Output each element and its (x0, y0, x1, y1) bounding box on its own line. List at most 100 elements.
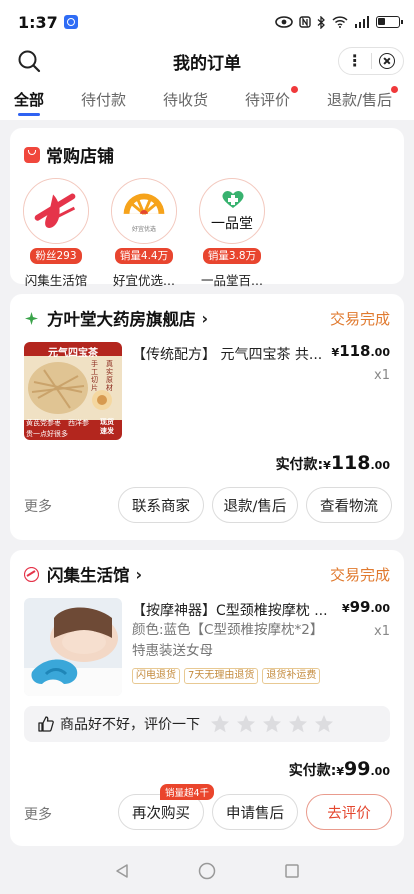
bluetooth-icon (317, 15, 325, 29)
more-button[interactable]: 更多 (24, 804, 52, 824)
tab-label: 待收货 (163, 90, 209, 109)
shop-name-link[interactable]: 闪集生活馆 (47, 562, 130, 586)
frequent-shops-title: 常购店铺 (46, 147, 114, 167)
order-tabs: 全部 待付款 待收货 待评价 退款/售后 (0, 78, 414, 120)
price-decimal: .00 (370, 346, 391, 359)
page-header: 我的订单 ⋮ (0, 44, 414, 78)
shanji-logo-icon (24, 566, 39, 582)
order-card: 方叶堂大药房旗舰店 › 交易完成 元气四宝茶 手工切片 真实原材 黄芪党参枣 西… (10, 294, 404, 540)
more-button[interactable]: 更多 (24, 496, 52, 516)
view-logistics-button[interactable]: 查看物流 (306, 487, 392, 523)
order-shop-header: 方叶堂大药房旗舰店 › 交易完成 (24, 306, 390, 330)
search-icon[interactable] (16, 48, 42, 74)
haoyi-logo-icon (112, 179, 176, 243)
shop-logo-haoyi: 好宜优选 (111, 178, 177, 244)
cross-heart-icon (222, 191, 244, 208)
thumb-bottom-text: 现货速发 (100, 418, 114, 435)
currency-symbol: ¥ (323, 459, 331, 472)
rating-prompt-text: 商品好不好，评价一下 (60, 717, 200, 733)
frequent-shop-item[interactable]: 粉丝293 闪集生活馆 (16, 178, 96, 289)
frequent-shops-card: 常购店铺 粉丝293 闪集生活馆 好宜优选 销量4.4万 好宜优选... 一品堂… (10, 128, 404, 288)
service-tag: 退货补运费 (262, 668, 321, 684)
nfc-icon (299, 16, 311, 28)
status-time: 1:37 (18, 12, 58, 32)
price-integer: 118 (339, 342, 371, 360)
shop-name: 闪集生活馆 (24, 273, 88, 288)
more-dots-icon: ⋮ (346, 51, 363, 70)
product-image[interactable] (24, 598, 122, 696)
paid-label: 实付款: (275, 457, 324, 473)
order-shop-header: 闪集生活馆 › 交易完成 (24, 562, 390, 586)
frequent-shop-item[interactable]: 一品堂 销量3.8万 一品堂百... (192, 178, 272, 289)
sales-badge: 销量超4千 (160, 784, 215, 800)
shop-name: 一品堂百... (201, 273, 263, 288)
paid-decimal: .00 (370, 765, 391, 778)
refund-button[interactable]: 退款/售后 (212, 487, 298, 523)
tab-label: 全部 (14, 90, 45, 109)
thumbs-up-icon (38, 716, 54, 732)
tab-pending-receipt[interactable]: 待收货 (163, 78, 208, 120)
pharmacy-logo-icon (25, 311, 38, 325)
thumb-bottom-text: 贵一点好很多 (26, 430, 68, 438)
home-circle-icon[interactable] (198, 862, 216, 880)
tab-pending-payment[interactable]: 待付款 (81, 78, 126, 120)
tab-all[interactable]: 全部 (14, 78, 44, 120)
product-price: ¥118.00 (332, 342, 390, 360)
back-triangle-icon[interactable] (114, 863, 130, 879)
price-integer: 99 (349, 598, 371, 616)
signal-icon (355, 16, 369, 28)
page-title: 我的订单 (173, 53, 241, 74)
shop-name-link[interactable]: 方叶堂大药房旗舰店 (47, 306, 196, 330)
service-tag: 闪电退货 (132, 668, 180, 684)
tab-label: 退款/售后 (327, 90, 393, 109)
star-icon[interactable] (210, 714, 230, 734)
request-after-sales-button[interactable]: 申请售后 (212, 794, 298, 830)
shop-logo-shanji (23, 178, 89, 244)
recents-square-icon[interactable] (284, 863, 300, 879)
currency-symbol: ¥ (336, 765, 345, 778)
product-image[interactable]: 元气四宝茶 手工切片 真实原材 黄芪党参枣 西洋参 贵一点好很多 现货速发 (24, 342, 122, 440)
shop-badge: 粉丝293 (29, 247, 83, 265)
paid-decimal: .00 (370, 459, 391, 472)
haoyi-logo-text: 好宜优选 (131, 226, 156, 233)
currency-symbol: ¥ (341, 602, 350, 615)
star-icon[interactable] (262, 714, 282, 734)
paid-label: 实付款: (288, 763, 337, 779)
yipintang-logo-text: 一品堂 (211, 216, 253, 232)
star-icon[interactable] (288, 714, 308, 734)
paid-amount: 实付款:¥99.00 (289, 758, 390, 780)
battery-icon (376, 16, 403, 28)
frequent-shop-item[interactable]: 好宜优选 销量4.4万 好宜优选... (104, 178, 184, 289)
status-bar: 1:37 (0, 0, 414, 44)
tab-refund[interactable]: 退款/售后 (327, 78, 399, 120)
more-menu-button[interactable]: ⋮ (339, 48, 371, 74)
system-navigation-bar (0, 848, 414, 894)
mini-program-capsule: ⋮ (338, 47, 404, 75)
notification-dot (391, 86, 399, 93)
close-mini-program-button[interactable] (372, 48, 404, 74)
wifi-icon (332, 16, 348, 28)
tab-pending-review[interactable]: 待评价 (245, 78, 299, 120)
shop-badge: 销量3.8万 (201, 247, 263, 265)
contact-seller-button[interactable]: 联系商家 (118, 487, 204, 523)
shop-badge: 销量4.4万 (113, 247, 175, 265)
star-icon[interactable] (236, 714, 256, 734)
neck-pillow-product-image (24, 598, 122, 696)
paid-integer: 118 (330, 452, 371, 474)
thumb-bottom-text: 黄芪党参枣 (26, 419, 61, 427)
rating-prompt-bar: 商品好不好，评价一下 (24, 706, 390, 742)
frequent-shops-header: 常购店铺 (24, 142, 114, 167)
paid-amount: 实付款:¥118.00 (276, 452, 390, 474)
paid-integer: 99 (344, 758, 371, 780)
order-status: 交易完成 (329, 309, 390, 328)
product-title[interactable]: 【按摩神器】C型颈椎按摩枕 ... (132, 600, 332, 620)
app-notification-icon (63, 15, 78, 29)
write-review-button[interactable]: 去评价 (306, 794, 392, 830)
product-title[interactable]: 【传统配方】 元气四宝茶 共... (132, 344, 328, 364)
order-status: 交易完成 (329, 565, 390, 584)
order-card: 闪集生活馆 › 交易完成 【按摩神器】C型颈椎按摩枕 ... ¥99.00 x1… (10, 550, 404, 846)
notification-dot (291, 86, 299, 93)
star-icon[interactable] (314, 714, 334, 734)
thumb-side-text: 手工切片 (91, 360, 98, 392)
product-quantity: x1 (374, 624, 390, 639)
